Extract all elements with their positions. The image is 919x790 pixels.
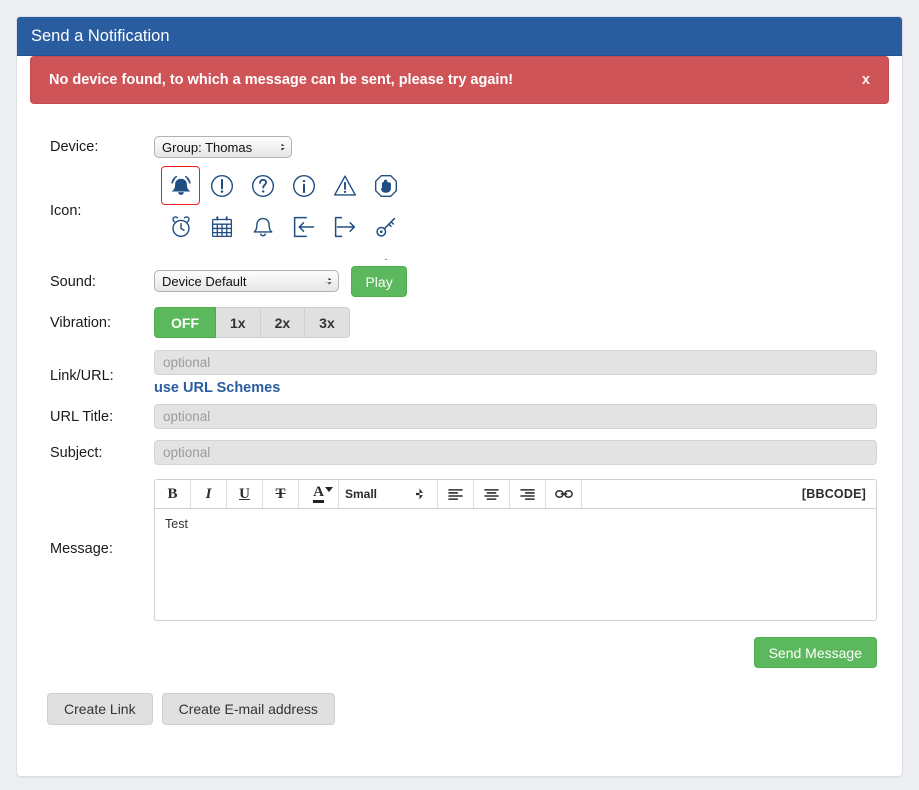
device-row: Device: Group: Thomas: [30, 136, 889, 158]
message-row: Message: B I U T A Small [BBCODE] Test: [30, 479, 889, 621]
bold-glyph: B: [167, 485, 178, 502]
info-circle-icon[interactable]: [284, 166, 323, 205]
underline-glyph: U: [239, 485, 250, 502]
font-size-select[interactable]: Small: [345, 487, 431, 501]
calendar-icon[interactable]: [202, 207, 241, 246]
exclamation-circle-icon[interactable]: [202, 166, 241, 205]
create-email-button[interactable]: Create E-mail address: [161, 693, 335, 725]
bbcode-label: [BBCODE]: [801, 487, 866, 501]
font-size-select-wrap: Small: [345, 485, 431, 503]
vibration-label: Vibration:: [50, 314, 111, 331]
airplane-icon[interactable]: [366, 248, 405, 260]
bell-icon[interactable]: [243, 207, 282, 246]
ringing-bell-icon[interactable]: [161, 166, 200, 205]
vibration-row: Vibration: OFF 1x 2x 3x: [30, 307, 889, 338]
strikethrough-icon[interactable]: T: [263, 480, 299, 508]
play-sound-button[interactable]: Play: [351, 266, 407, 297]
icon-grid: [161, 166, 405, 260]
umbrella-icon[interactable]: [161, 248, 200, 260]
message-label: Message:: [50, 541, 113, 557]
link-url-control: use URL Schemes: [154, 350, 889, 397]
url-title-label: URL Title:: [50, 408, 114, 425]
chevron-down-icon: [325, 487, 333, 492]
dice-icon[interactable]: [202, 248, 241, 260]
icon-grid-scroll[interactable]: [161, 166, 405, 260]
question-circle-icon[interactable]: [243, 166, 282, 205]
close-icon[interactable]: x: [852, 72, 870, 88]
url-title-control: [154, 404, 889, 429]
notification-panel: Send a Notification No device found, to …: [16, 16, 903, 777]
font-color-glyph: A: [313, 484, 324, 504]
arrow-exit-icon[interactable]: [325, 207, 364, 246]
strikethrough-glyph: T: [275, 485, 286, 502]
bottom-actions: Create Link Create E-mail address: [30, 668, 889, 725]
underline-icon[interactable]: U: [227, 480, 263, 508]
page-title: Send a Notification: [31, 27, 170, 45]
font-size-control: Small: [339, 480, 438, 508]
message-control: B I U T A Small [BBCODE] Test: [154, 479, 889, 621]
vibration-button-group: OFF 1x 2x 3x: [154, 307, 350, 338]
device-control: Group: Thomas: [154, 136, 889, 158]
send-message-button[interactable]: Send Message: [753, 637, 877, 668]
vibration-option-2x[interactable]: 2x: [260, 307, 306, 338]
icon-control: [154, 166, 889, 260]
subject-input[interactable]: [154, 440, 877, 465]
alarm-clock-icon[interactable]: [161, 207, 200, 246]
sound-select[interactable]: Device Default: [154, 270, 339, 293]
link-url-input[interactable]: [154, 350, 877, 375]
subject-control: [154, 440, 889, 465]
link-icon[interactable]: [546, 480, 582, 508]
align-right-icon[interactable]: [510, 480, 546, 508]
form-body: Device: Group: Thomas Icon: Sound: Devic…: [17, 118, 902, 725]
message-body-input[interactable]: Test: [155, 509, 876, 620]
url-title-input[interactable]: [154, 404, 877, 429]
url-schemes-link[interactable]: use URL Schemes: [154, 380, 280, 396]
device-select[interactable]: Group: Thomas: [154, 136, 292, 158]
footprints-icon[interactable]: [243, 248, 282, 260]
panel-header: Send a Notification: [17, 17, 902, 56]
align-center-icon[interactable]: [474, 480, 510, 508]
alert-message: No device found, to which a message can …: [49, 72, 514, 88]
bed-alt-icon[interactable]: [325, 248, 364, 260]
icon-row: Icon:: [30, 166, 889, 260]
align-left-icon[interactable]: [438, 480, 474, 508]
key-icon[interactable]: [366, 207, 405, 246]
sound-label: Sound:: [50, 273, 96, 290]
device-select-wrap: Group: Thomas: [154, 136, 292, 158]
send-row: Send Message: [30, 621, 889, 668]
link-url-row: Link/URL: use URL Schemes: [30, 350, 889, 397]
sound-select-wrap: Device Default: [154, 270, 339, 293]
url-title-row: URL Title:: [30, 404, 889, 429]
sound-control: Device Default Play: [154, 266, 889, 297]
vibration-control: OFF 1x 2x 3x: [154, 307, 889, 338]
message-editor: B I U T A Small [BBCODE] Test: [154, 479, 877, 621]
device-label: Device:: [50, 139, 99, 155]
create-link-button[interactable]: Create Link: [47, 693, 153, 725]
error-alert: No device found, to which a message can …: [30, 56, 889, 104]
page: Send a Notification No device found, to …: [0, 0, 919, 790]
editor-toolbar: B I U T A Small [BBCODE]: [155, 480, 876, 509]
vibration-option-off[interactable]: OFF: [154, 307, 216, 338]
italic-glyph: I: [205, 485, 212, 502]
link-url-label: Link/URL:: [50, 368, 114, 384]
icon-label: Icon:: [50, 203, 82, 219]
vibration-option-1x[interactable]: 1x: [216, 307, 261, 338]
font-color-icon[interactable]: A: [299, 480, 339, 508]
sound-row: Sound: Device Default Play: [30, 266, 889, 297]
bed-icon[interactable]: [284, 248, 323, 260]
arrow-enter-icon[interactable]: [284, 207, 323, 246]
subject-row: Subject:: [30, 440, 889, 465]
italic-icon[interactable]: I: [191, 480, 227, 508]
stop-hand-icon[interactable]: [366, 166, 405, 205]
bold-icon[interactable]: B: [155, 480, 191, 508]
warning-triangle-icon[interactable]: [325, 166, 364, 205]
subject-label: Subject:: [50, 444, 103, 461]
vibration-option-3x[interactable]: 3x: [305, 307, 350, 338]
